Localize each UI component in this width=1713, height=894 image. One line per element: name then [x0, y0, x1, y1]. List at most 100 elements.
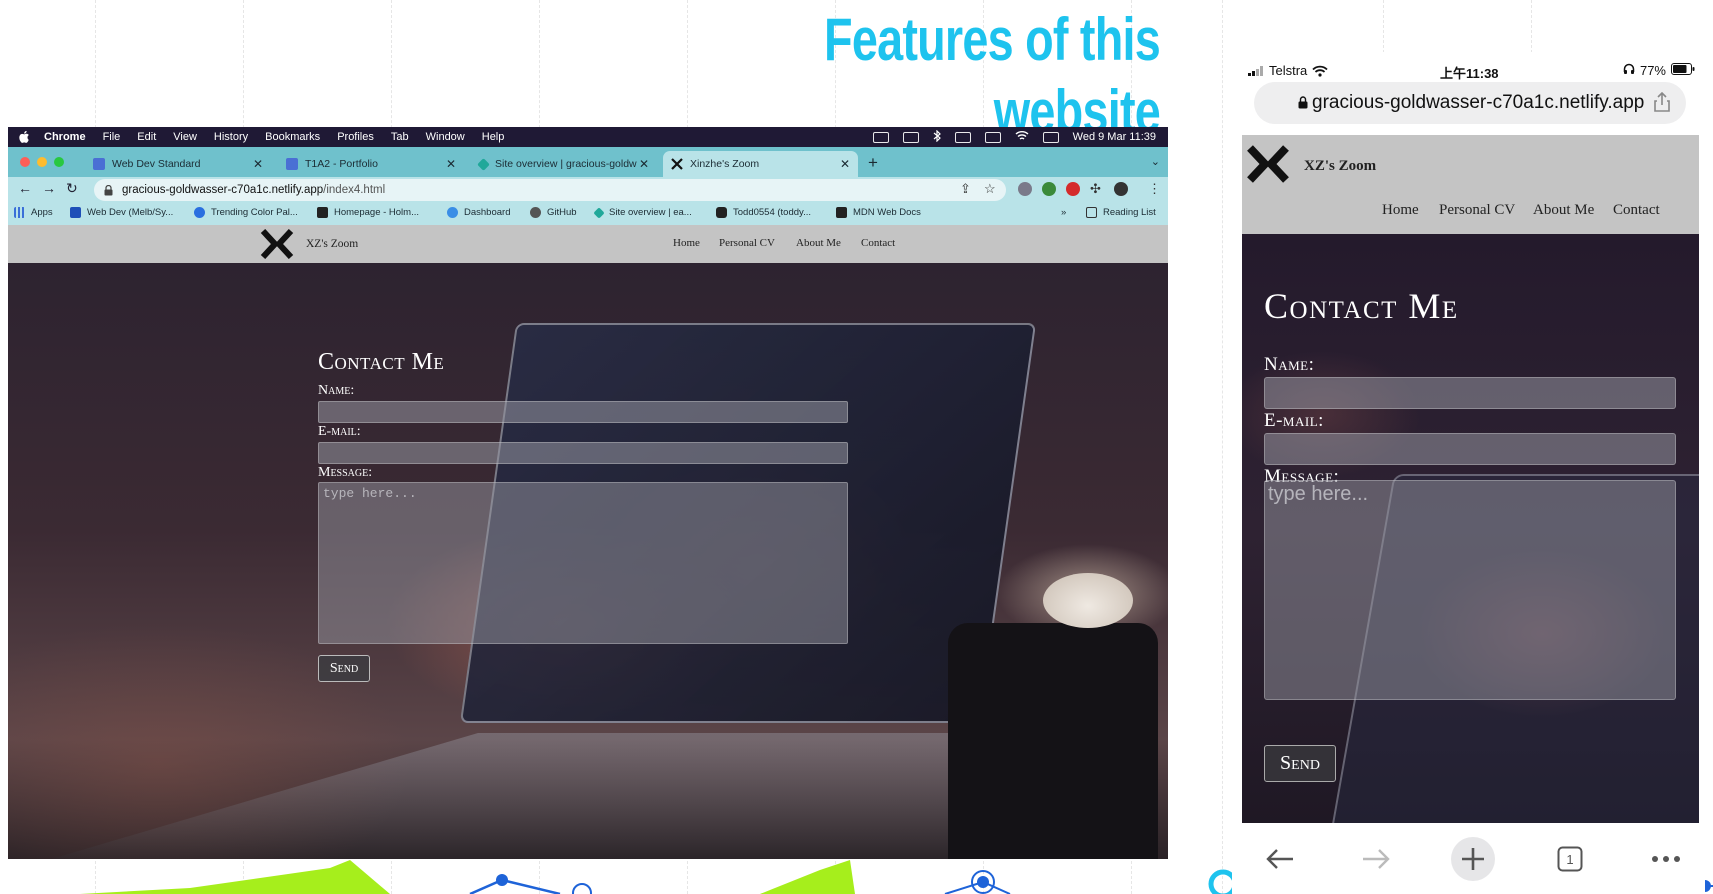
- close-icon[interactable]: ✕: [637, 157, 651, 171]
- menu-file[interactable]: File: [103, 131, 121, 143]
- tab-label: T1A2 - Portfolio: [305, 158, 378, 170]
- new-tab-plus-icon[interactable]: [1451, 837, 1495, 881]
- send-button[interactable]: Send: [318, 655, 370, 682]
- github-icon: [530, 207, 541, 218]
- lock-icon: [104, 184, 114, 196]
- forward-arrow-icon[interactable]: →: [42, 180, 56, 196]
- bookmark-label: Dashboard: [464, 207, 511, 218]
- name-field[interactable]: [318, 401, 848, 423]
- nav-home[interactable]: Home: [1382, 202, 1419, 219]
- phone-address-bar[interactable]: gracious-goldwasser-c70a1c.netlify.app: [1254, 82, 1686, 124]
- menu-help[interactable]: Help: [482, 131, 505, 143]
- bookmark-web-dev[interactable]: Web Dev (Melb/Sy...: [70, 207, 173, 218]
- display-icon[interactable]: [872, 131, 889, 143]
- close-icon[interactable]: ✕: [838, 157, 852, 171]
- github-icon: [716, 207, 727, 218]
- name-field[interactable]: [1264, 377, 1676, 409]
- nav-contact[interactable]: Contact: [1613, 202, 1660, 219]
- nav-personal-cv[interactable]: Personal CV: [719, 237, 775, 249]
- extension-bug-icon[interactable]: [1018, 182, 1032, 196]
- nav-contact[interactable]: Contact: [861, 237, 895, 249]
- xz-logo-icon: [671, 158, 683, 170]
- tab-xinzhes-zoom[interactable]: Xinzhe's Zoom ✕: [663, 151, 858, 177]
- nav-home[interactable]: Home: [673, 237, 700, 249]
- netlify-icon: [593, 206, 605, 219]
- message-textarea[interactable]: type here...: [1264, 480, 1676, 700]
- back-arrow-icon[interactable]: ←: [18, 180, 32, 196]
- zoom-window-button[interactable]: [54, 157, 64, 167]
- bookmark-homepage[interactable]: Homepage - Holm...: [317, 207, 419, 218]
- more-dots-icon[interactable]: [1644, 837, 1688, 881]
- reload-icon[interactable]: ↻: [66, 180, 78, 197]
- star-icon[interactable]: ☆: [984, 181, 996, 197]
- avatar[interactable]: [1114, 182, 1128, 196]
- close-window-button[interactable]: [20, 157, 30, 167]
- close-icon[interactable]: ✕: [251, 157, 265, 171]
- nav-about-me[interactable]: About Me: [796, 237, 841, 249]
- tab-site-overview[interactable]: Site overview | gracious-goldw ✕: [471, 151, 657, 177]
- tab-label: Web Dev Standard: [112, 158, 201, 170]
- carrier-area: Telstra: [1248, 63, 1328, 78]
- wifi-icon[interactable]: [1015, 130, 1029, 144]
- menu-edit[interactable]: Edit: [137, 131, 156, 143]
- puzzle-icon[interactable]: ✣: [1090, 181, 1101, 197]
- nav-about-me[interactable]: About Me: [1533, 202, 1594, 219]
- extension-tree-icon[interactable]: [1042, 182, 1056, 196]
- menu-bookmarks[interactable]: Bookmarks: [265, 131, 320, 143]
- forward-arrow-icon[interactable]: [1354, 837, 1398, 881]
- share-icon[interactable]: [1654, 92, 1670, 112]
- bookmark-dashboard[interactable]: Dashboard: [447, 207, 510, 218]
- flag-icon[interactable]: [954, 131, 971, 143]
- bookmark-mdn[interactable]: MDN Web Docs: [836, 207, 921, 218]
- desktop-screenshot: Chrome File Edit View History Bookmarks …: [8, 127, 1168, 859]
- menu-tab[interactable]: Tab: [391, 131, 409, 143]
- tab-portfolio[interactable]: T1A2 - Portfolio ✕: [278, 151, 464, 177]
- menu-profiles[interactable]: Profiles: [337, 131, 374, 143]
- apple-logo-icon[interactable]: [18, 130, 32, 144]
- safari-bottom-bar: 1: [1232, 823, 1705, 894]
- back-arrow-icon[interactable]: [1258, 837, 1302, 881]
- bookmark-label: GitHub: [547, 207, 577, 218]
- battery-percent: 77%: [1639, 63, 1666, 78]
- bookmark-github[interactable]: GitHub: [530, 207, 577, 218]
- battery-icon: [1671, 63, 1695, 78]
- site-navbar: XZ's Zoom Home Personal CV About Me Cont…: [1242, 135, 1699, 234]
- xz-logo-icon[interactable]: [260, 229, 294, 259]
- menu-chrome[interactable]: Chrome: [44, 131, 86, 143]
- control-center-icon[interactable]: [1042, 131, 1059, 143]
- nav-personal-cv[interactable]: Personal CV: [1439, 202, 1515, 219]
- xz-logo-icon[interactable]: [1246, 145, 1290, 183]
- tabs-count-icon[interactable]: 1: [1548, 837, 1592, 881]
- close-icon[interactable]: ✕: [444, 157, 458, 171]
- battery-icon[interactable]: [984, 131, 1001, 143]
- more-menu-icon[interactable]: ⋮: [1148, 181, 1161, 197]
- bookmark-todd[interactable]: Todd0554 (toddy...: [716, 207, 811, 218]
- bookmark-label: Site overview | ea...: [609, 207, 692, 218]
- message-textarea[interactable]: type here...: [318, 482, 848, 644]
- doc-icon: [286, 158, 298, 170]
- adblock-icon[interactable]: [1066, 182, 1080, 196]
- bookmark-trending-color[interactable]: Trending Color Pal...: [194, 207, 298, 218]
- address-bar[interactable]: gracious-goldwasser-c70a1c.netlify.app/i…: [94, 179, 1006, 201]
- send-button[interactable]: Send: [1264, 745, 1336, 782]
- new-tab-button[interactable]: +: [868, 153, 878, 173]
- window-icon[interactable]: [902, 131, 919, 143]
- bookmark-site-overview[interactable]: Site overview | ea...: [593, 206, 692, 219]
- menu-window[interactable]: Window: [426, 131, 465, 143]
- share-icon[interactable]: ⇪: [960, 181, 971, 197]
- menu-history[interactable]: History: [214, 131, 248, 143]
- site-brand[interactable]: XZ's Zoom: [306, 238, 358, 250]
- tab-web-dev-standard[interactable]: Web Dev Standard ✕: [85, 151, 271, 177]
- browser-toolbar: ← → ↻ gracious-goldwasser-c70a1c.netlify…: [8, 177, 1168, 203]
- email-field[interactable]: [318, 442, 848, 464]
- menu-view[interactable]: View: [173, 131, 197, 143]
- bookmark-apps[interactable]: Apps: [14, 207, 53, 218]
- chevron-down-icon[interactable]: ⌄: [1151, 155, 1160, 168]
- blue-ring: [572, 883, 592, 894]
- email-field[interactable]: [1264, 433, 1676, 465]
- site-brand[interactable]: XZ's Zoom: [1304, 158, 1376, 175]
- bluetooth-icon[interactable]: [933, 129, 941, 145]
- minimize-window-button[interactable]: [37, 157, 47, 167]
- reading-list-button[interactable]: Reading List: [1086, 207, 1156, 218]
- bookmarks-overflow[interactable]: »: [1061, 207, 1066, 218]
